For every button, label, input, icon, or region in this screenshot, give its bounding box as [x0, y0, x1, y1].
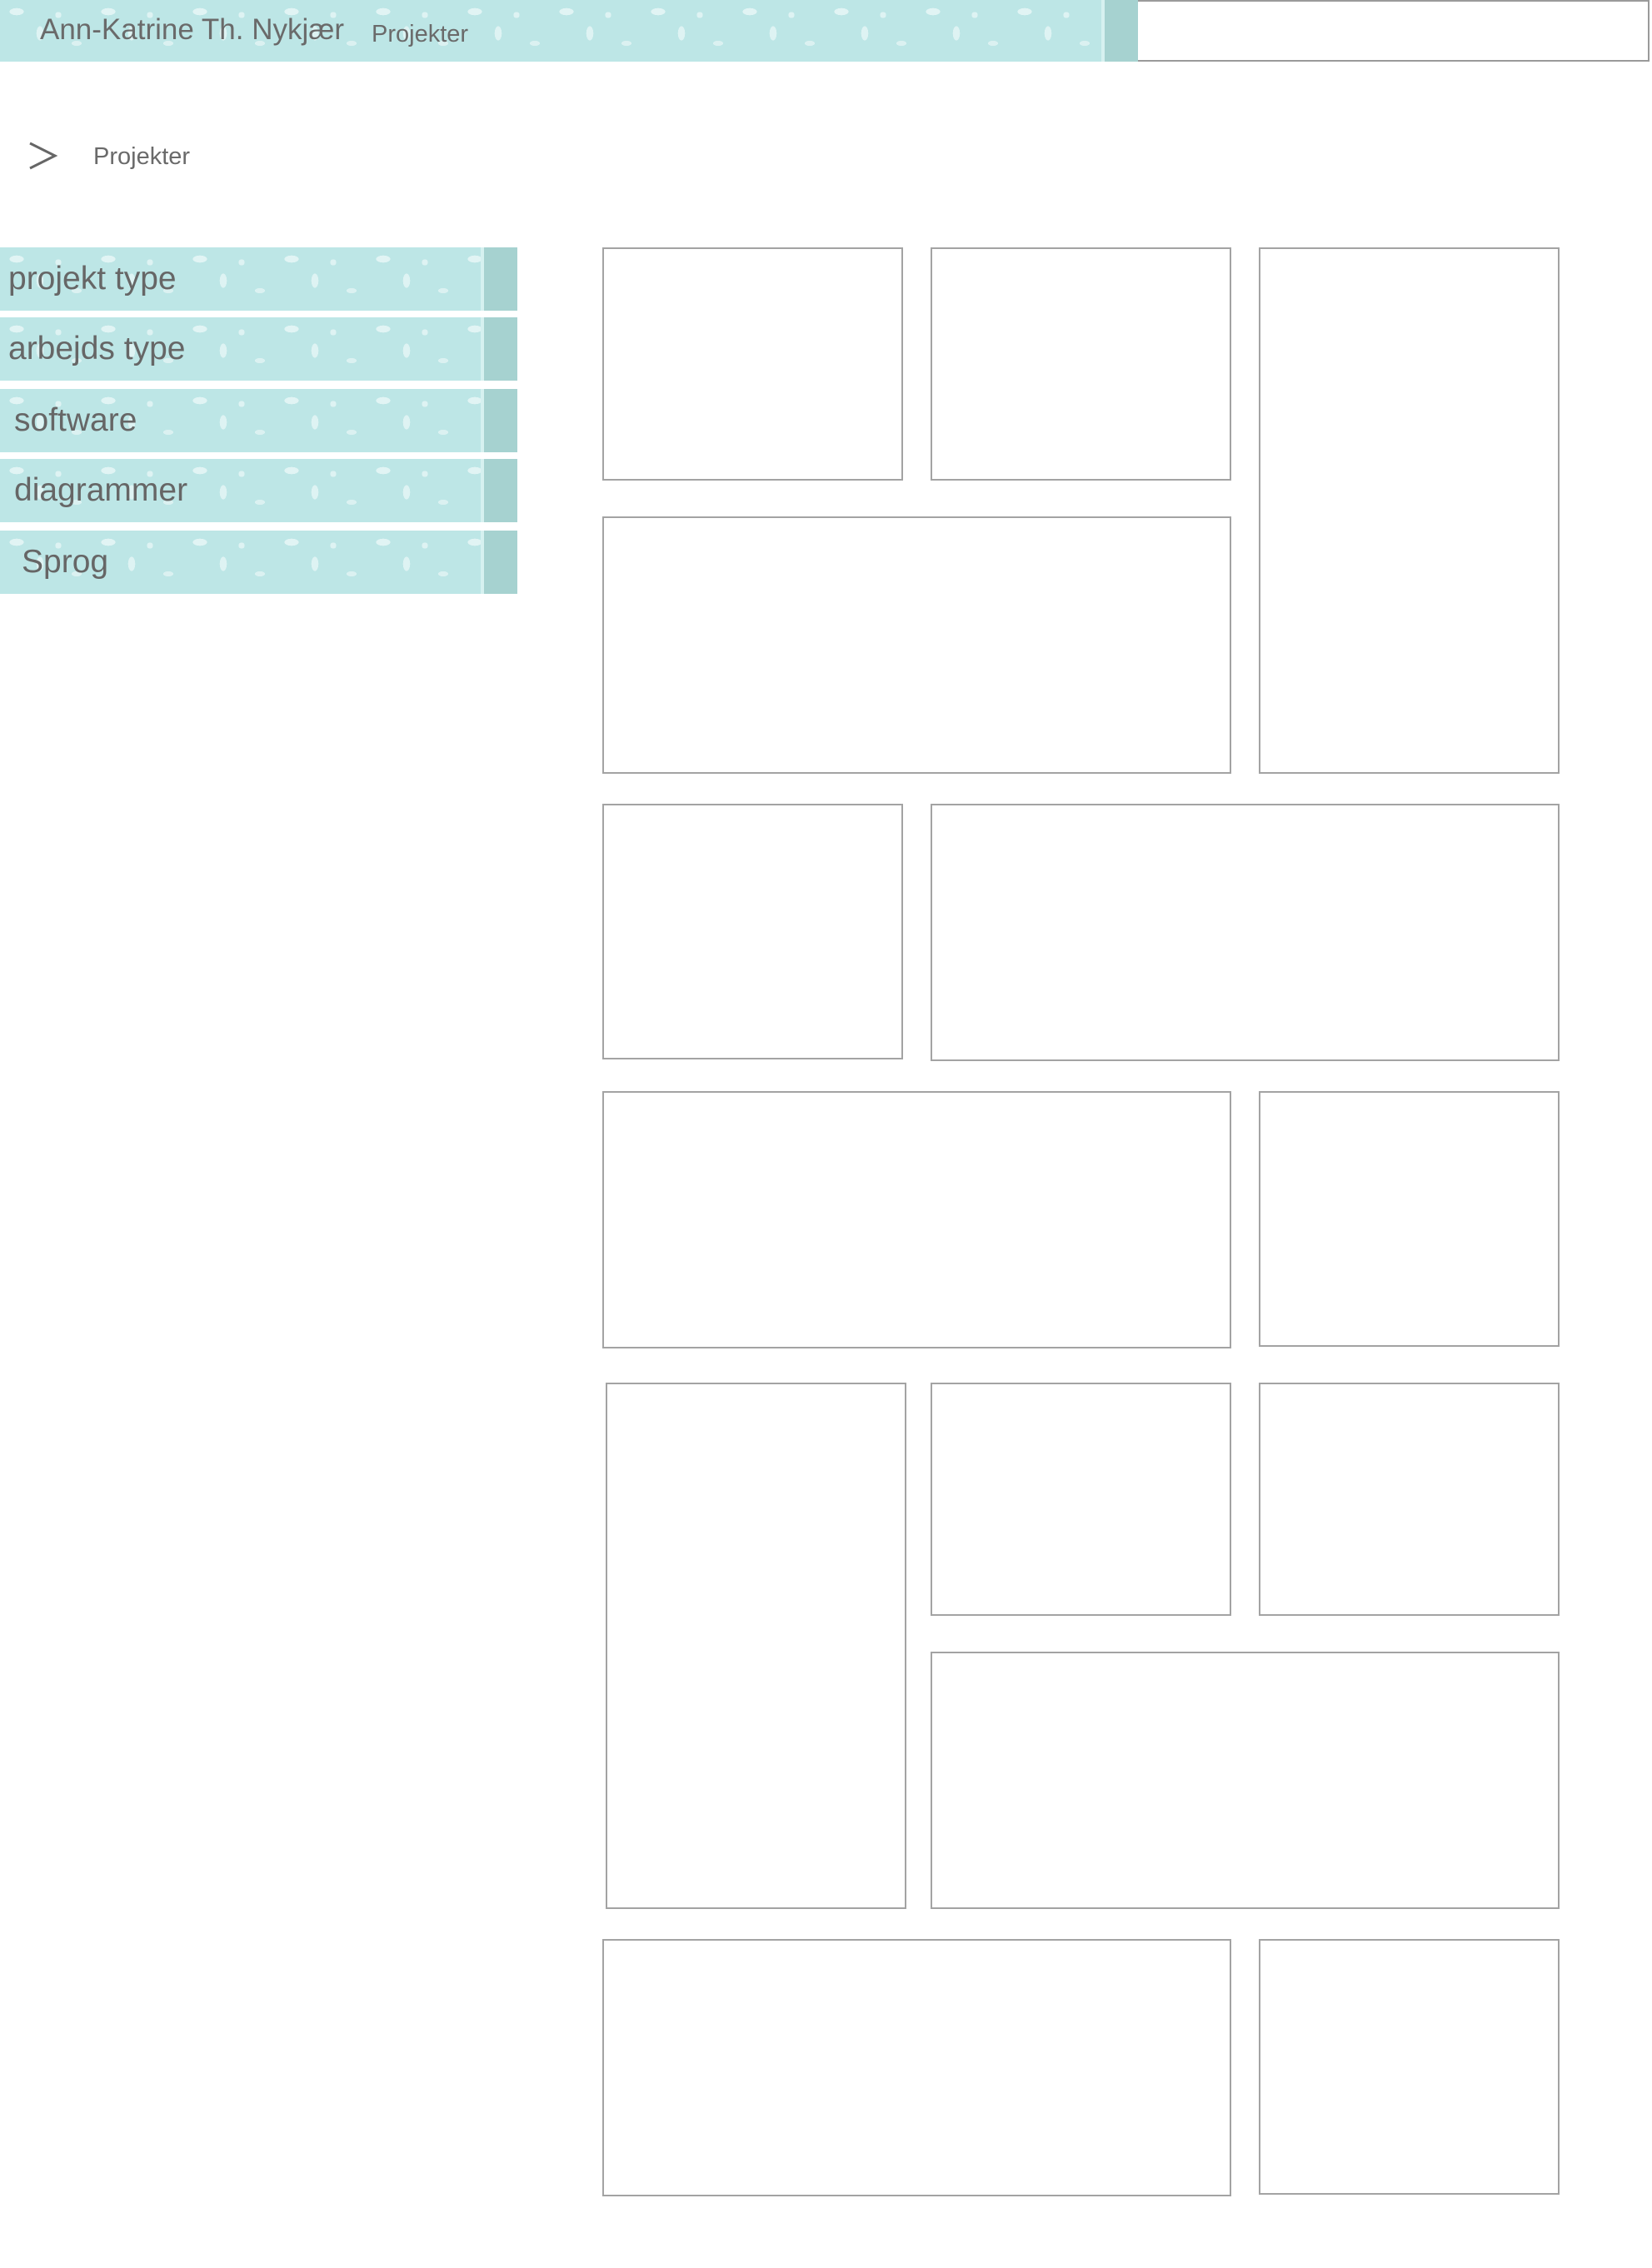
site-name[interactable]: Ann-Katrine Th. Nykjær	[40, 12, 344, 48]
filter-arbejds-type[interactable]: arbejds type	[0, 317, 517, 381]
filter-label: arbejds type	[8, 331, 186, 366]
search-input[interactable]	[1138, 0, 1650, 62]
project-tile[interactable]	[606, 1383, 906, 1909]
filter-sprog[interactable]: Sprog	[0, 531, 517, 594]
project-tile[interactable]	[931, 804, 1560, 1061]
project-tile[interactable]	[1259, 247, 1560, 774]
project-tile[interactable]	[1259, 1939, 1560, 2195]
filter-diagrammer[interactable]: diagrammer	[0, 459, 517, 522]
filter-label: software	[14, 402, 137, 438]
project-tile[interactable]	[602, 1091, 1231, 1348]
project-tile[interactable]	[602, 516, 1231, 774]
filter-cap	[481, 247, 517, 311]
project-tile[interactable]	[602, 1939, 1231, 2196]
filter-cap	[481, 389, 517, 452]
site-header: Ann-Katrine Th. Nykjær Projekter	[0, 0, 1138, 62]
breadcrumb-current: Projekter	[93, 143, 191, 170]
project-tile[interactable]	[931, 1652, 1560, 1909]
filter-label: Sprog	[22, 544, 109, 580]
filter-software[interactable]: software	[0, 389, 517, 452]
nav-link-projekter[interactable]: Projekter	[372, 17, 468, 51]
project-tile[interactable]	[1259, 1091, 1560, 1347]
chevron-right-icon	[29, 142, 58, 170]
project-tile[interactable]	[602, 247, 903, 481]
project-tile[interactable]	[931, 1383, 1231, 1616]
project-tile[interactable]	[1259, 1383, 1560, 1616]
project-tile[interactable]	[931, 247, 1231, 481]
filter-projekt-type[interactable]: projekt type	[0, 247, 517, 311]
project-tile[interactable]	[602, 804, 903, 1059]
filter-cap	[481, 459, 517, 522]
filter-cap	[481, 317, 517, 381]
filter-label: projekt type	[8, 261, 177, 297]
filter-label: diagrammer	[14, 472, 188, 508]
filter-cap	[481, 531, 517, 594]
header-band-cap	[1101, 0, 1138, 62]
